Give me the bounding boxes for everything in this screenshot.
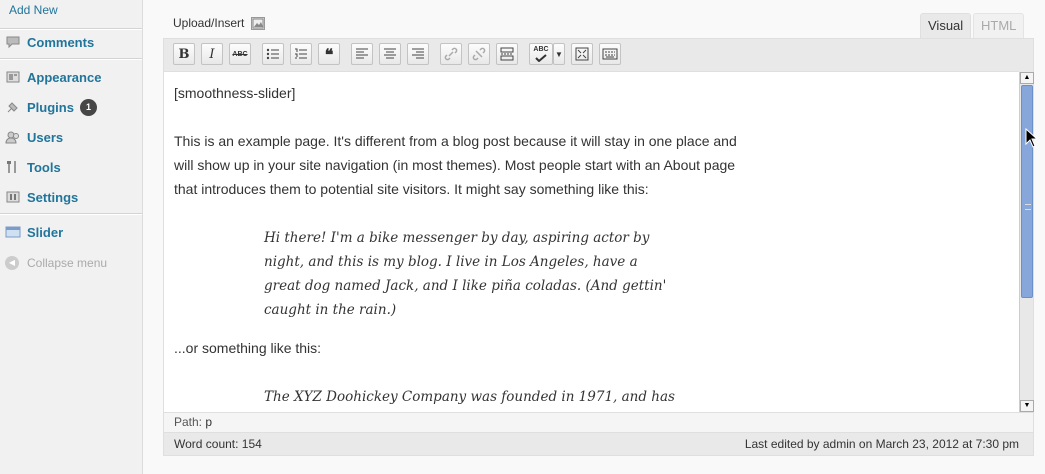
unlink-button[interactable] bbox=[468, 43, 490, 65]
menu-item-appearance[interactable]: Appearance bbox=[0, 63, 142, 91]
kitchen-sink-icon bbox=[602, 48, 618, 60]
editor-content[interactable]: [smoothness-slider] This is an example p… bbox=[164, 71, 1019, 412]
scroll-thumb[interactable] bbox=[1021, 85, 1033, 298]
blockquote-2: The XYZ Doohickey Company was founded in… bbox=[264, 389, 675, 405]
menu-separator bbox=[0, 58, 142, 60]
plugins-icon bbox=[5, 99, 21, 115]
blockquote-button[interactable]: ❝ bbox=[318, 43, 340, 65]
mouse-cursor-icon bbox=[1025, 128, 1037, 148]
appearance-icon bbox=[5, 69, 21, 85]
collapse-menu-button[interactable]: ◀ Collapse menu bbox=[5, 256, 107, 270]
collapse-menu-label: Collapse menu bbox=[27, 256, 108, 270]
editor-toolbar: B I ABC ❝ ABC ▼ bbox=[164, 39, 1033, 71]
word-count: Word count: 154 bbox=[174, 437, 262, 451]
menu-label: Users bbox=[27, 129, 64, 145]
numbered-list-icon bbox=[295, 48, 307, 59]
chevron-down-icon: ▼ bbox=[555, 49, 563, 59]
spellcheck-button[interactable]: ABC bbox=[529, 43, 553, 65]
collapse-arrow-icon: ◀ bbox=[5, 256, 19, 270]
path-bar: Path: p bbox=[164, 412, 1033, 432]
slider-icon bbox=[5, 224, 21, 240]
fullscreen-button[interactable] bbox=[571, 43, 593, 65]
path-label: Path: bbox=[174, 415, 203, 429]
blockquote-icon: ❝ bbox=[324, 44, 334, 64]
align-center-button[interactable] bbox=[379, 43, 401, 65]
add-media-icon[interactable] bbox=[251, 16, 266, 30]
align-left-button[interactable] bbox=[351, 43, 373, 65]
italic-button[interactable]: I bbox=[201, 43, 223, 65]
bold-button[interactable]: B bbox=[173, 43, 195, 65]
last-edited: Last edited by admin on March 23, 2012 a… bbox=[744, 437, 1019, 451]
unlink-icon bbox=[472, 47, 486, 61]
menu-label: Tools bbox=[27, 159, 61, 175]
menu-item-users[interactable]: Users bbox=[0, 123, 142, 151]
editor-container: B I ABC ❝ ABC ▼ [smoothness-slider] This… bbox=[163, 38, 1034, 456]
menu-label: Plugins bbox=[27, 99, 74, 115]
bullet-list-icon bbox=[266, 48, 279, 60]
tools-icon bbox=[5, 159, 21, 175]
numbered-list-button[interactable] bbox=[290, 43, 312, 65]
link-icon bbox=[444, 47, 458, 61]
tab-visual[interactable]: Visual bbox=[920, 13, 972, 39]
scroll-down-arrow[interactable]: ▼ bbox=[1020, 400, 1034, 412]
upload-insert-label: Upload/Insert bbox=[173, 16, 245, 30]
settings-icon bbox=[5, 189, 21, 205]
upload-insert: Upload/Insert bbox=[173, 16, 266, 30]
menu-item-settings[interactable]: Settings bbox=[0, 183, 142, 211]
kitchen-sink-button[interactable] bbox=[599, 43, 621, 65]
align-left-icon bbox=[356, 48, 368, 59]
comments-icon bbox=[5, 34, 21, 50]
menu-label: Appearance bbox=[27, 69, 102, 85]
align-right-button[interactable] bbox=[407, 43, 429, 65]
add-new-link[interactable]: Add New bbox=[9, 3, 58, 17]
admin-sidebar: Add New Comments Appearance Plugins 1 Us… bbox=[0, 0, 143, 474]
align-center-icon bbox=[384, 48, 396, 59]
editor-scrollbar[interactable]: ▲ ▼ bbox=[1019, 72, 1034, 412]
strikethrough-button[interactable]: ABC bbox=[229, 43, 251, 65]
menu-item-plugins[interactable]: Plugins 1 bbox=[0, 93, 142, 121]
insert-link-button[interactable] bbox=[440, 43, 462, 65]
menu-item-tools[interactable]: Tools bbox=[0, 153, 142, 181]
blockquote-1: Hi there! I'm a bike messenger by day, a… bbox=[264, 230, 667, 318]
align-right-icon bbox=[412, 48, 424, 59]
menu-item-comments[interactable]: Comments bbox=[0, 28, 142, 56]
status-bar: Word count: 154 Last edited by admin on … bbox=[164, 432, 1033, 455]
bullet-list-button[interactable] bbox=[262, 43, 284, 65]
menu-label: Comments bbox=[27, 34, 95, 50]
scroll-up-arrow[interactable]: ▲ bbox=[1020, 72, 1034, 84]
users-icon bbox=[5, 129, 21, 145]
paragraph-1: This is an example page. It's different … bbox=[174, 133, 737, 197]
paragraph-2: ...or something like this: bbox=[174, 340, 322, 356]
menu-separator bbox=[0, 213, 142, 215]
fullscreen-icon bbox=[575, 47, 589, 61]
spellcheck-dropdown[interactable]: ▼ bbox=[553, 43, 565, 65]
shortcode-text: [smoothness-slider] bbox=[174, 85, 296, 101]
menu-label: Settings bbox=[27, 189, 79, 205]
more-tag-icon bbox=[500, 47, 514, 61]
scroll-grip-icon bbox=[1025, 204, 1031, 210]
update-count-badge: 1 bbox=[79, 98, 97, 116]
path-element[interactable]: p bbox=[205, 415, 212, 429]
insert-more-button[interactable] bbox=[496, 43, 518, 65]
menu-label: Slider bbox=[27, 224, 64, 240]
tab-html[interactable]: HTML bbox=[973, 13, 1025, 39]
spellcheck-label: ABC bbox=[533, 46, 549, 53]
menu-item-slider[interactable]: Slider bbox=[0, 218, 142, 246]
checkmark-icon bbox=[535, 54, 547, 62]
